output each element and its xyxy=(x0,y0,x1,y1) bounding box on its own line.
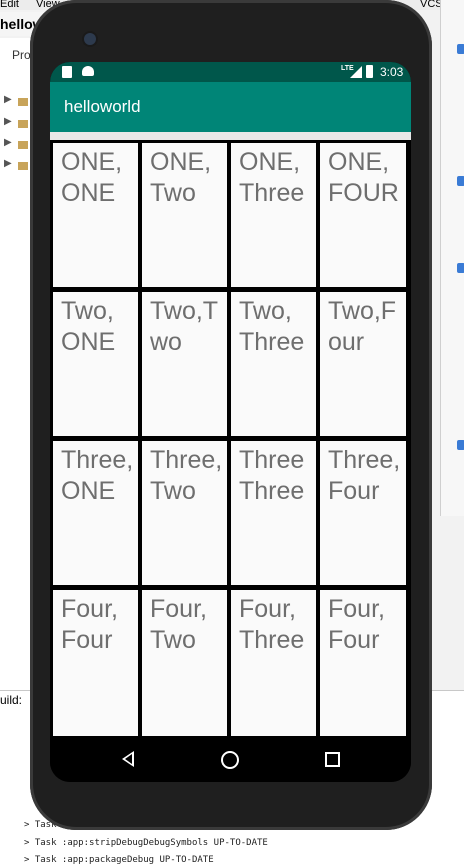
sd-card-icon xyxy=(62,66,72,78)
tree-arrow-icon[interactable]: ▶ xyxy=(4,137,12,148)
status-bar: LTE 3:03 xyxy=(50,62,411,82)
grid-cell[interactable]: Four, Four xyxy=(320,590,406,736)
tool-icon[interactable] xyxy=(457,176,464,186)
battery-icon xyxy=(366,65,373,78)
grid-cell[interactable]: Three,Two xyxy=(142,441,227,585)
grid-cell[interactable]: Three,Four xyxy=(320,441,406,585)
signal-icon xyxy=(350,66,362,78)
tool-icon[interactable] xyxy=(457,44,464,54)
front-camera-icon xyxy=(84,33,96,45)
folder-icon xyxy=(18,120,28,128)
folder-icon xyxy=(18,98,28,106)
grid-cell[interactable]: ONE, ONE xyxy=(53,143,138,287)
grid-view: ONE, ONE ONE, Two ONE, Three ONE, FOUR T… xyxy=(50,140,411,736)
grid-cell[interactable]: Two, ONE xyxy=(53,292,138,436)
ide-right-toolbar xyxy=(440,0,464,516)
grid-cell[interactable]: ONE, Two xyxy=(142,143,227,287)
folder-icon xyxy=(18,141,28,149)
tool-icon[interactable] xyxy=(457,440,464,450)
grid-cell[interactable]: Two,Two xyxy=(142,292,227,436)
grid-cell[interactable]: ONE, Three xyxy=(231,143,316,287)
grid-cell[interactable]: Four, Three xyxy=(231,590,316,736)
grid-cell[interactable]: Four, Four xyxy=(53,590,138,736)
recents-square-icon[interactable] xyxy=(325,752,340,767)
phone-top-bezel xyxy=(44,0,414,62)
grid-cell[interactable]: Three Three xyxy=(231,441,316,585)
folder-icon xyxy=(18,162,28,170)
project-label[interactable]: Pro xyxy=(12,48,31,62)
grid-cell[interactable]: Two, Three xyxy=(231,292,316,436)
app-bar-title: helloworld xyxy=(50,82,411,132)
build-label: uild: xyxy=(0,693,23,707)
tree-arrow-icon[interactable]: ▶ xyxy=(4,94,12,105)
tree-arrow-icon[interactable]: ▶ xyxy=(4,158,12,169)
app-bar-shadow xyxy=(50,132,411,140)
grid-cell[interactable]: Three,ONE xyxy=(53,441,138,585)
android-icon xyxy=(82,66,94,76)
grid-cell[interactable]: Four, Two xyxy=(142,590,227,736)
menu-edit[interactable]: Edit xyxy=(0,0,19,10)
log-line: > Task :app:stripDebugDebugSymbols UP-TO… xyxy=(24,838,268,848)
grid-cell[interactable]: Two,Four xyxy=(320,292,406,436)
status-time: 3:03 xyxy=(380,65,404,79)
back-inner xyxy=(125,754,132,764)
phone-screen: LTE 3:03 helloworld ONE, ONE ONE, Two ON… xyxy=(50,62,411,782)
home-circle-icon[interactable] xyxy=(221,751,239,769)
grid-cell[interactable]: ONE, FOUR xyxy=(320,143,406,287)
navigation-bar xyxy=(50,736,411,782)
tool-icon[interactable] xyxy=(457,263,464,273)
tree-arrow-icon[interactable]: ▶ xyxy=(4,116,12,127)
